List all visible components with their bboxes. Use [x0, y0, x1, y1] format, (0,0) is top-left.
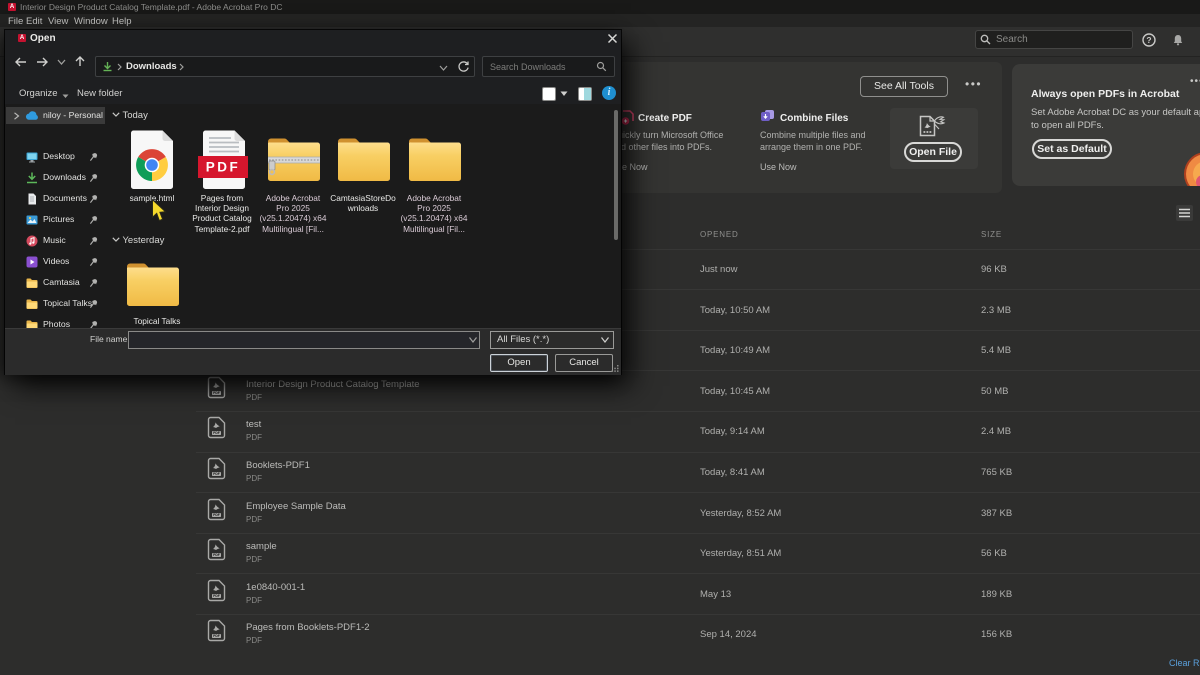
svg-text:?: ?: [1146, 35, 1151, 45]
svg-text:PDF: PDF: [213, 391, 220, 395]
svg-text:PDF: PDF: [213, 432, 220, 436]
svg-text:PDF: PDF: [213, 553, 220, 557]
svg-text:PDF: PDF: [213, 472, 220, 476]
svg-text:PDF: PDF: [213, 513, 220, 517]
svg-text:PDF: PDF: [206, 160, 241, 175]
svg-text:PDF: PDF: [213, 594, 220, 598]
svg-text:PDF: PDF: [213, 635, 220, 639]
